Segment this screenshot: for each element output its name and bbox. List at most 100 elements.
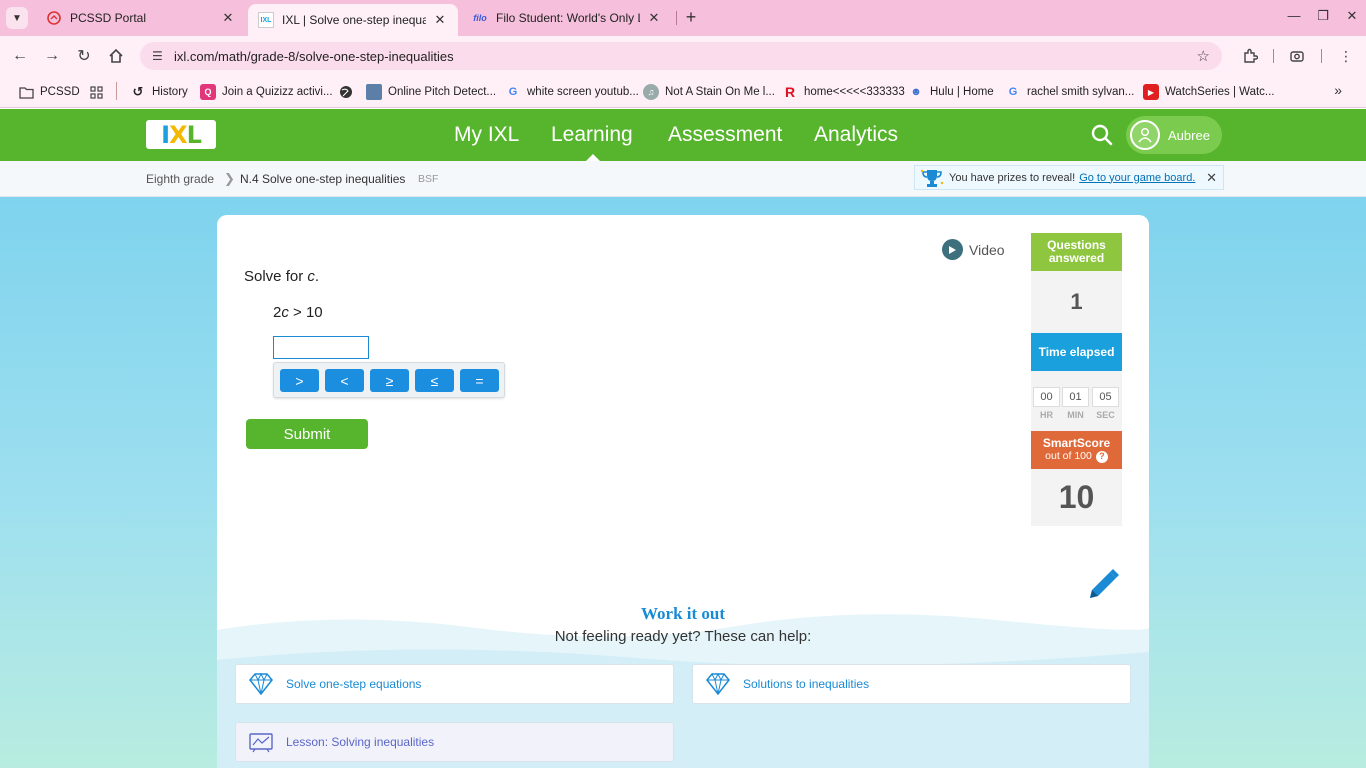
close-window-icon[interactable]: ✕ [1342, 8, 1362, 24]
close-tab-icon[interactable]: ✕ [220, 10, 236, 26]
folder-icon [18, 84, 34, 100]
breadcrumb-grade[interactable]: Eighth grade [146, 172, 214, 186]
tab-title: Filo Student: World's Only Live [496, 11, 640, 25]
bookmark-quizizz[interactable]: Q Join a Quizizz activi... [200, 82, 333, 102]
play-icon: ▶ [1143, 84, 1159, 100]
filo-favicon-icon: filo [473, 13, 487, 23]
question-prompt: Solve for c. [244, 268, 319, 285]
chevron-right-icon: ❯ [224, 171, 235, 186]
answer-input[interactable] [273, 336, 369, 359]
bookmark-watchseries[interactable]: ▶ WatchSeries | Watc... [1143, 82, 1275, 102]
submit-button[interactable]: Submit [246, 419, 368, 449]
reload-icon[interactable]: ↻ [73, 45, 95, 67]
new-tab-button[interactable]: + [680, 6, 702, 28]
bookmark-white-screen[interactable]: G white screen youtub... [505, 82, 639, 102]
music-icon: ♫ [643, 84, 659, 100]
search-icon[interactable] [1090, 123, 1114, 147]
prompt-variable: c [307, 268, 315, 285]
symbol-equal-button[interactable]: = [460, 369, 499, 392]
bookmark-pcssd[interactable]: PCSSD [18, 82, 80, 102]
help-link-equations[interactable]: Solve one-step equations [235, 664, 674, 704]
bookmark-rachel-smith[interactable]: G rachel smith sylvan... [1005, 82, 1135, 102]
help-link-label: Solutions to inequalities [743, 677, 870, 691]
kebab-menu-icon[interactable]: ⋮ [1335, 45, 1357, 67]
bookmark-home[interactable]: R home<<<<<333333 [782, 82, 905, 102]
symbol-greater-equal-button[interactable]: ≥ [370, 369, 409, 392]
quizizz-icon: Q [200, 84, 216, 100]
skill-code: BSF [418, 173, 439, 185]
questions-answered-value: 1 [1031, 271, 1122, 333]
screenshot-icon[interactable] [1286, 45, 1308, 67]
nav-analytics[interactable]: Analytics [814, 123, 898, 147]
time-minutes: 01 [1062, 387, 1089, 407]
site-info-icon[interactable]: ☰ [152, 49, 168, 63]
tab-search-chevron-icon[interactable]: ▼ [6, 7, 28, 29]
help-icon[interactable]: ? [1095, 450, 1108, 463]
close-tab-icon[interactable]: ✕ [432, 12, 448, 28]
ixl-logo[interactable]: IXL [146, 120, 216, 149]
avatar [1130, 120, 1160, 150]
time-min-label: MIN [1067, 410, 1084, 420]
symbol-less-button[interactable]: < [325, 369, 364, 392]
back-icon[interactable]: ← [9, 45, 31, 67]
lesson-icon [248, 729, 274, 755]
ixl-header: IXL My IXL Learning Assessment Analytics… [0, 109, 1366, 161]
symbol-greater-button[interactable]: > [280, 369, 319, 392]
tab-title: IXL | Solve one-step inequalities [282, 13, 426, 27]
video-button[interactable]: Video [942, 239, 1005, 260]
work-it-out-title: Work it out [640, 604, 726, 623]
bookmark-globe[interactable] [338, 82, 360, 102]
bookmarks-bar: PCSSD ↺ History Q Join a Quizizz activi.… [0, 76, 1366, 108]
equation-variable: c [281, 304, 289, 321]
people-icon: ☻ [910, 86, 922, 98]
bookmark-star-icon[interactable]: ☆ [1197, 47, 1210, 65]
smartscore-label: SmartScore [1042, 436, 1111, 450]
minimize-icon[interactable]: — [1284, 8, 1304, 23]
extensions-icon[interactable] [1239, 45, 1261, 67]
time-hours: 00 [1033, 387, 1060, 407]
tab-separator [676, 11, 677, 25]
questions-answered-header: Questions answered [1031, 233, 1122, 271]
ixl-favicon-icon: IXL [258, 12, 274, 28]
user-menu[interactable]: Aubree [1126, 116, 1222, 154]
restore-icon[interactable]: ❐ [1313, 8, 1333, 24]
work-it-out-subtitle: Not feeling ready yet? These can help: [554, 628, 812, 645]
bookmark-label: PCSSD [40, 86, 80, 98]
bookmark-label: home<<<<<333333 [804, 86, 905, 98]
smartscore-sub: out of 100? [1045, 450, 1108, 463]
nav-learning[interactable]: Learning [551, 123, 633, 147]
home-icon[interactable] [105, 45, 127, 67]
game-board-link[interactable]: Go to your game board. [1079, 172, 1195, 184]
equation: 2c > 10 [273, 304, 323, 321]
video-label: Video [969, 241, 1005, 258]
close-banner-icon[interactable]: ✕ [1206, 170, 1217, 186]
more-bookmarks-icon[interactable]: » [1334, 82, 1342, 98]
smartscore-header: SmartScore out of 100? [1031, 431, 1122, 469]
bookmark-pitch[interactable]: Online Pitch Detect... [366, 82, 496, 102]
pencil-icon[interactable] [1086, 564, 1122, 600]
nav-my-ixl[interactable]: My IXL [454, 123, 519, 147]
tab-pcssd-portal[interactable]: PCSSD Portal ✕ [36, 4, 246, 32]
active-nav-indicator [586, 154, 600, 161]
symbol-less-equal-button[interactable]: ≤ [415, 369, 454, 392]
smartscore-value: 10 [1031, 469, 1122, 526]
nav-assessment[interactable]: Assessment [668, 123, 782, 147]
trophy-icon [915, 168, 949, 188]
symbol-keypad: > < ≥ ≤ = [273, 362, 505, 398]
bookmark-hulu[interactable]: ☻ Hulu | Home [908, 82, 994, 102]
help-link-lesson[interactable]: Lesson: Solving inequalities [235, 722, 674, 762]
logo-letter: L [186, 120, 202, 149]
bookmark-apps[interactable] [88, 82, 110, 102]
bookmark-history[interactable]: ↺ History [130, 82, 188, 102]
help-link-solutions[interactable]: Solutions to inequalities [692, 664, 1131, 704]
forward-icon[interactable]: → [41, 45, 63, 67]
time-seconds: 05 [1092, 387, 1119, 407]
logo-letter: X [169, 120, 187, 149]
bookmark-label: Online Pitch Detect... [388, 86, 497, 98]
user-name: Aubree [1168, 127, 1210, 143]
bookmark-not-a-stain[interactable]: ♫ Not A Stain On Me l... [643, 82, 775, 102]
address-bar[interactable]: ☰ ixl.com/math/grade-8/solve-one-step-in… [140, 42, 1222, 70]
tab-filo-student[interactable]: filo Filo Student: World's Only Live ✕ [462, 4, 672, 32]
tab-ixl-solve[interactable]: IXL IXL | Solve one-step inequalities ✕ [248, 4, 458, 36]
close-tab-icon[interactable]: ✕ [646, 10, 662, 26]
